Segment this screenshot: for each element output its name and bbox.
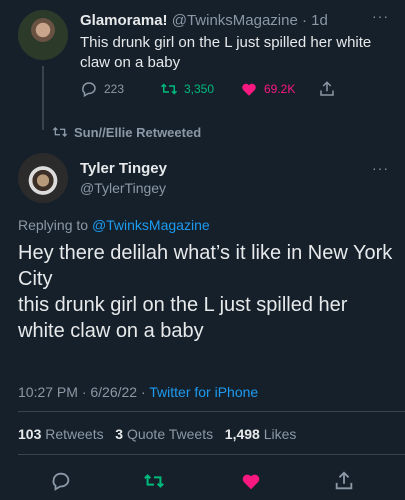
likes-label: Likes (263, 426, 297, 442)
heart-icon[interactable] (240, 470, 262, 492)
tweet-author[interactable]: Glamorama! @TwinksMagazine · 1d (80, 12, 328, 29)
like-count: 69.2K (264, 82, 296, 96)
retweets-stat[interactable]: 103 Retweets (18, 426, 104, 442)
reply-count: 223 (104, 82, 125, 96)
more-options-icon[interactable]: ··· (372, 8, 389, 24)
replying-prefix: Replying to (18, 217, 92, 233)
retweet-count: 3,350 (184, 82, 215, 96)
retweet-icon (52, 127, 68, 137)
retweet-icon (160, 83, 178, 95)
source-link[interactable]: Twitter for iPhone (149, 384, 258, 400)
tweet-text: This drunk girl on the L just spilled he… (80, 34, 372, 71)
tweet-stats: 103 Retweets 3 Quote Tweets 1,498 Likes (18, 426, 296, 442)
replying-to-link[interactable]: @TwinksMagazine (92, 217, 210, 233)
tweet-text: Hey there delilah what’s it like in New … (18, 240, 393, 344)
tweet-action-bar (0, 470, 405, 494)
share-button[interactable] (318, 80, 336, 98)
likes-count: 1,498 (224, 426, 260, 442)
reply-icon[interactable] (50, 470, 72, 492)
quotes-stat[interactable]: 3 Quote Tweets (115, 426, 213, 442)
retweets-label: Retweets (45, 426, 104, 442)
divider (18, 454, 405, 455)
like-button[interactable]: 69.2K (240, 80, 295, 98)
handle-time: @TwinksMagazine · 1d (171, 12, 328, 29)
divider (18, 411, 405, 412)
heart-icon (242, 83, 256, 96)
retweeted-by[interactable]: Sun//Ellie Retweeted (52, 124, 201, 140)
reply-button[interactable]: 223 (80, 80, 124, 98)
share-icon (320, 81, 334, 96)
likes-stat[interactable]: 1,498 Likes (225, 426, 297, 442)
quotes-count: 3 (115, 426, 124, 442)
tweet-text-line: Hey there delilah what’s it like in New … (18, 242, 393, 290)
more-options-icon[interactable]: ··· (372, 160, 389, 176)
tweet-meta: 10:27 PM · 6/26/22 · Twitter for iPhone (18, 384, 258, 400)
replying-to: Replying to @TwinksMagazine (18, 217, 210, 233)
avatar[interactable] (18, 10, 68, 60)
display-name[interactable]: Glamorama! (80, 12, 168, 29)
timestamp[interactable]: 10:27 PM · 6/26/22 · (18, 384, 149, 400)
quotes-label: Quote Tweets (126, 426, 214, 442)
display-name[interactable]: Tyler Tingey (80, 160, 167, 177)
share-icon[interactable] (333, 470, 355, 492)
retweet-button[interactable]: 3,350 (160, 80, 214, 98)
retweeted-by-label: Sun//Ellie Retweeted (74, 124, 202, 140)
handle[interactable]: @TylerTingey (80, 180, 166, 196)
avatar[interactable] (18, 153, 68, 203)
tweet-text-line: this drunk girl on the L just spilled he… (18, 294, 348, 342)
retweet-icon[interactable] (143, 470, 165, 492)
reply-icon (82, 82, 96, 98)
retweets-count: 103 (18, 426, 42, 442)
thread-line (42, 66, 44, 130)
tweet-actions: 223 3,350 69.2K (80, 80, 340, 100)
